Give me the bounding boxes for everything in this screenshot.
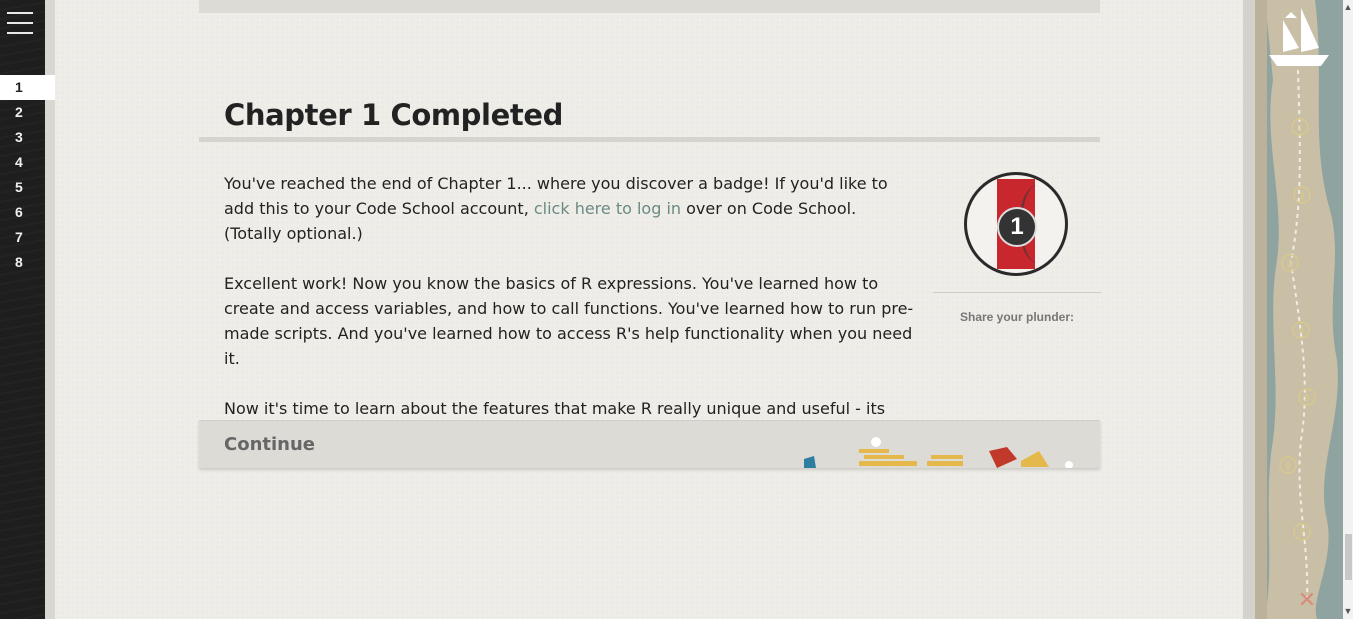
badge-divider bbox=[933, 292, 1101, 293]
treasure-map: 1 2 3 4 5 6 7 ✕ bbox=[1255, 0, 1343, 619]
page-scrollbar[interactable] bbox=[1343, 0, 1353, 619]
continue-button[interactable]: Continue bbox=[199, 420, 1100, 468]
previous-section-strip bbox=[199, 0, 1100, 13]
chapter-nav-item-8[interactable]: 8 bbox=[0, 250, 45, 275]
scrollbar-thumb[interactable] bbox=[1345, 534, 1352, 580]
menu-icon[interactable] bbox=[7, 12, 33, 34]
map-waypoint-5: 5 bbox=[1304, 393, 1310, 404]
badge-number: 1 bbox=[997, 207, 1037, 247]
map-frame-edge bbox=[1243, 0, 1255, 619]
chapter-nav-item-2[interactable]: 2 bbox=[0, 100, 45, 125]
map-end-marker-icon: ✕ bbox=[1298, 588, 1316, 613]
treasure-pile-icon bbox=[804, 437, 1073, 468]
main-content: Chapter 1 Completed You've reached the e… bbox=[55, 0, 1243, 619]
summary-paragraph-2: Excellent work! Now you know the basics … bbox=[224, 274, 914, 368]
chapter-nav-item-5[interactable]: 5 bbox=[0, 175, 45, 200]
map-waypoint-7: 7 bbox=[1299, 528, 1305, 539]
chapter-nav-item-1[interactable]: 1 bbox=[0, 75, 55, 100]
chapter-nav-item-6[interactable]: 6 bbox=[0, 200, 45, 225]
map-waypoint-4: 4 bbox=[1298, 326, 1304, 337]
scroll-down-icon[interactable]: ▼ bbox=[1343, 606, 1353, 616]
summary-paragraph-1: You've reached the end of Chapter 1... w… bbox=[224, 174, 888, 243]
scroll-up-icon[interactable]: ▲ bbox=[1343, 2, 1353, 12]
badge-panel: 1 Share your plunder: bbox=[933, 172, 1101, 324]
page-title: Chapter 1 Completed bbox=[224, 98, 563, 132]
chapter-nav-item-4[interactable]: 4 bbox=[0, 150, 45, 175]
map-waypoint-3: 3 bbox=[1287, 259, 1293, 270]
chapter-nav-item-7[interactable]: 7 bbox=[0, 225, 45, 250]
map-waypoint-6: 6 bbox=[1285, 461, 1291, 472]
chapter-nav: 1 2 3 4 5 6 7 8 bbox=[0, 75, 56, 275]
map-waypoint-2: 2 bbox=[1299, 191, 1305, 202]
login-link[interactable]: click here to log in bbox=[534, 199, 681, 218]
chapter-nav-item-3[interactable]: 3 bbox=[0, 125, 45, 150]
chapter-badge-icon: 1 bbox=[964, 172, 1068, 276]
title-divider bbox=[199, 137, 1100, 142]
share-label: Share your plunder: bbox=[959, 310, 1075, 324]
map-waypoint-1: 1 bbox=[1297, 123, 1303, 134]
continue-label: Continue bbox=[224, 434, 316, 455]
